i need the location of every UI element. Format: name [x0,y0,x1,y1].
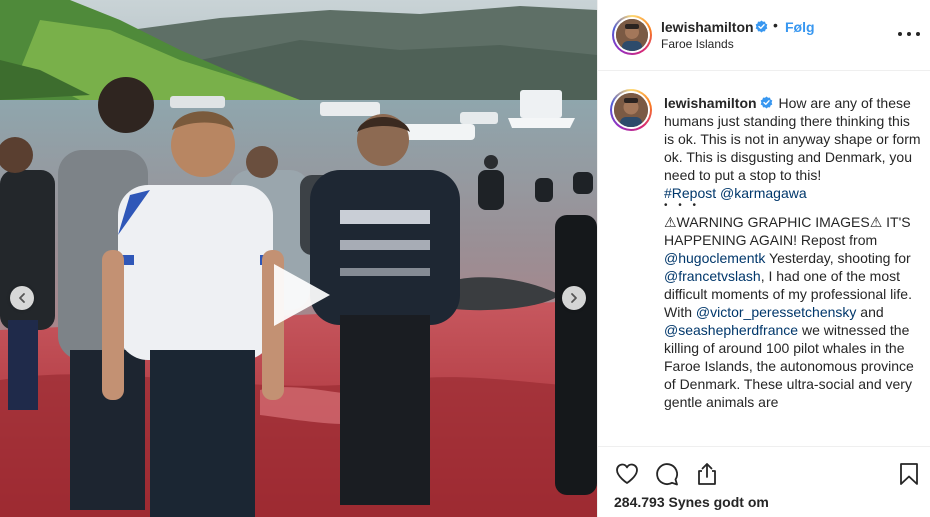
share-icon [698,463,716,485]
post-author-username[interactable]: lewishamilton [661,19,754,35]
post-media[interactable] [0,0,597,517]
play-icon [274,264,330,326]
mention-link[interactable]: @karmagawa [720,185,807,201]
caption-username[interactable]: lewishamilton [664,95,757,111]
more-horizontal-icon [907,32,911,36]
caption-text: ⚠WARNING GRAPHIC IMAGES⚠ IT'S HAPPENING … [664,214,911,248]
share-button[interactable] [694,461,720,487]
verified-badge-icon [755,20,768,33]
more-horizontal-icon [898,32,902,36]
likes-count[interactable]: 284.793 Synes godt om [614,494,769,510]
avatar[interactable] [610,89,652,131]
video-frame [0,0,597,517]
follow-button[interactable]: Følg [785,19,815,35]
bookmark-icon [900,463,918,485]
caption-text: Yesterday, shooting for [769,250,911,266]
video-play-button[interactable] [268,262,334,328]
more-options-button[interactable] [898,24,920,44]
like-button[interactable] [614,461,640,487]
post-location-link[interactable]: Faroe Islands [661,37,734,51]
verified-badge-icon [760,96,772,109]
caption-text: and [860,304,884,320]
post-caption: lewishamilton How are any of these human… [664,94,922,411]
separator-dot: • [773,17,778,33]
hashtag-link[interactable]: #Repost [664,185,716,201]
mention-link[interactable]: @francetvslash [664,268,761,284]
post-sidebar: lewishamilton • Følg Faroe Islands lewis… [597,0,930,517]
post-actions-bar: 284.793 Synes godt om [598,446,930,517]
comments-section[interactable]: lewishamilton How are any of these human… [598,72,930,445]
save-button[interactable] [896,461,922,487]
avatar[interactable] [612,15,652,55]
chevron-left-icon [19,293,25,303]
caption-divider: • • • [664,200,701,211]
mention-link[interactable]: @seashepherdfrance [664,322,798,338]
mention-link[interactable]: @victor_peressetchensky [696,304,857,320]
heart-icon [616,463,638,484]
post-header: lewishamilton • Følg Faroe Islands [598,0,930,71]
chevron-right-icon [571,293,577,303]
comment-button[interactable] [654,461,680,487]
mention-link[interactable]: @hugoclementk [664,250,765,266]
previous-media-button[interactable] [10,286,34,310]
more-horizontal-icon [916,32,920,36]
next-media-button[interactable] [562,286,586,310]
comment-icon [656,463,678,486]
